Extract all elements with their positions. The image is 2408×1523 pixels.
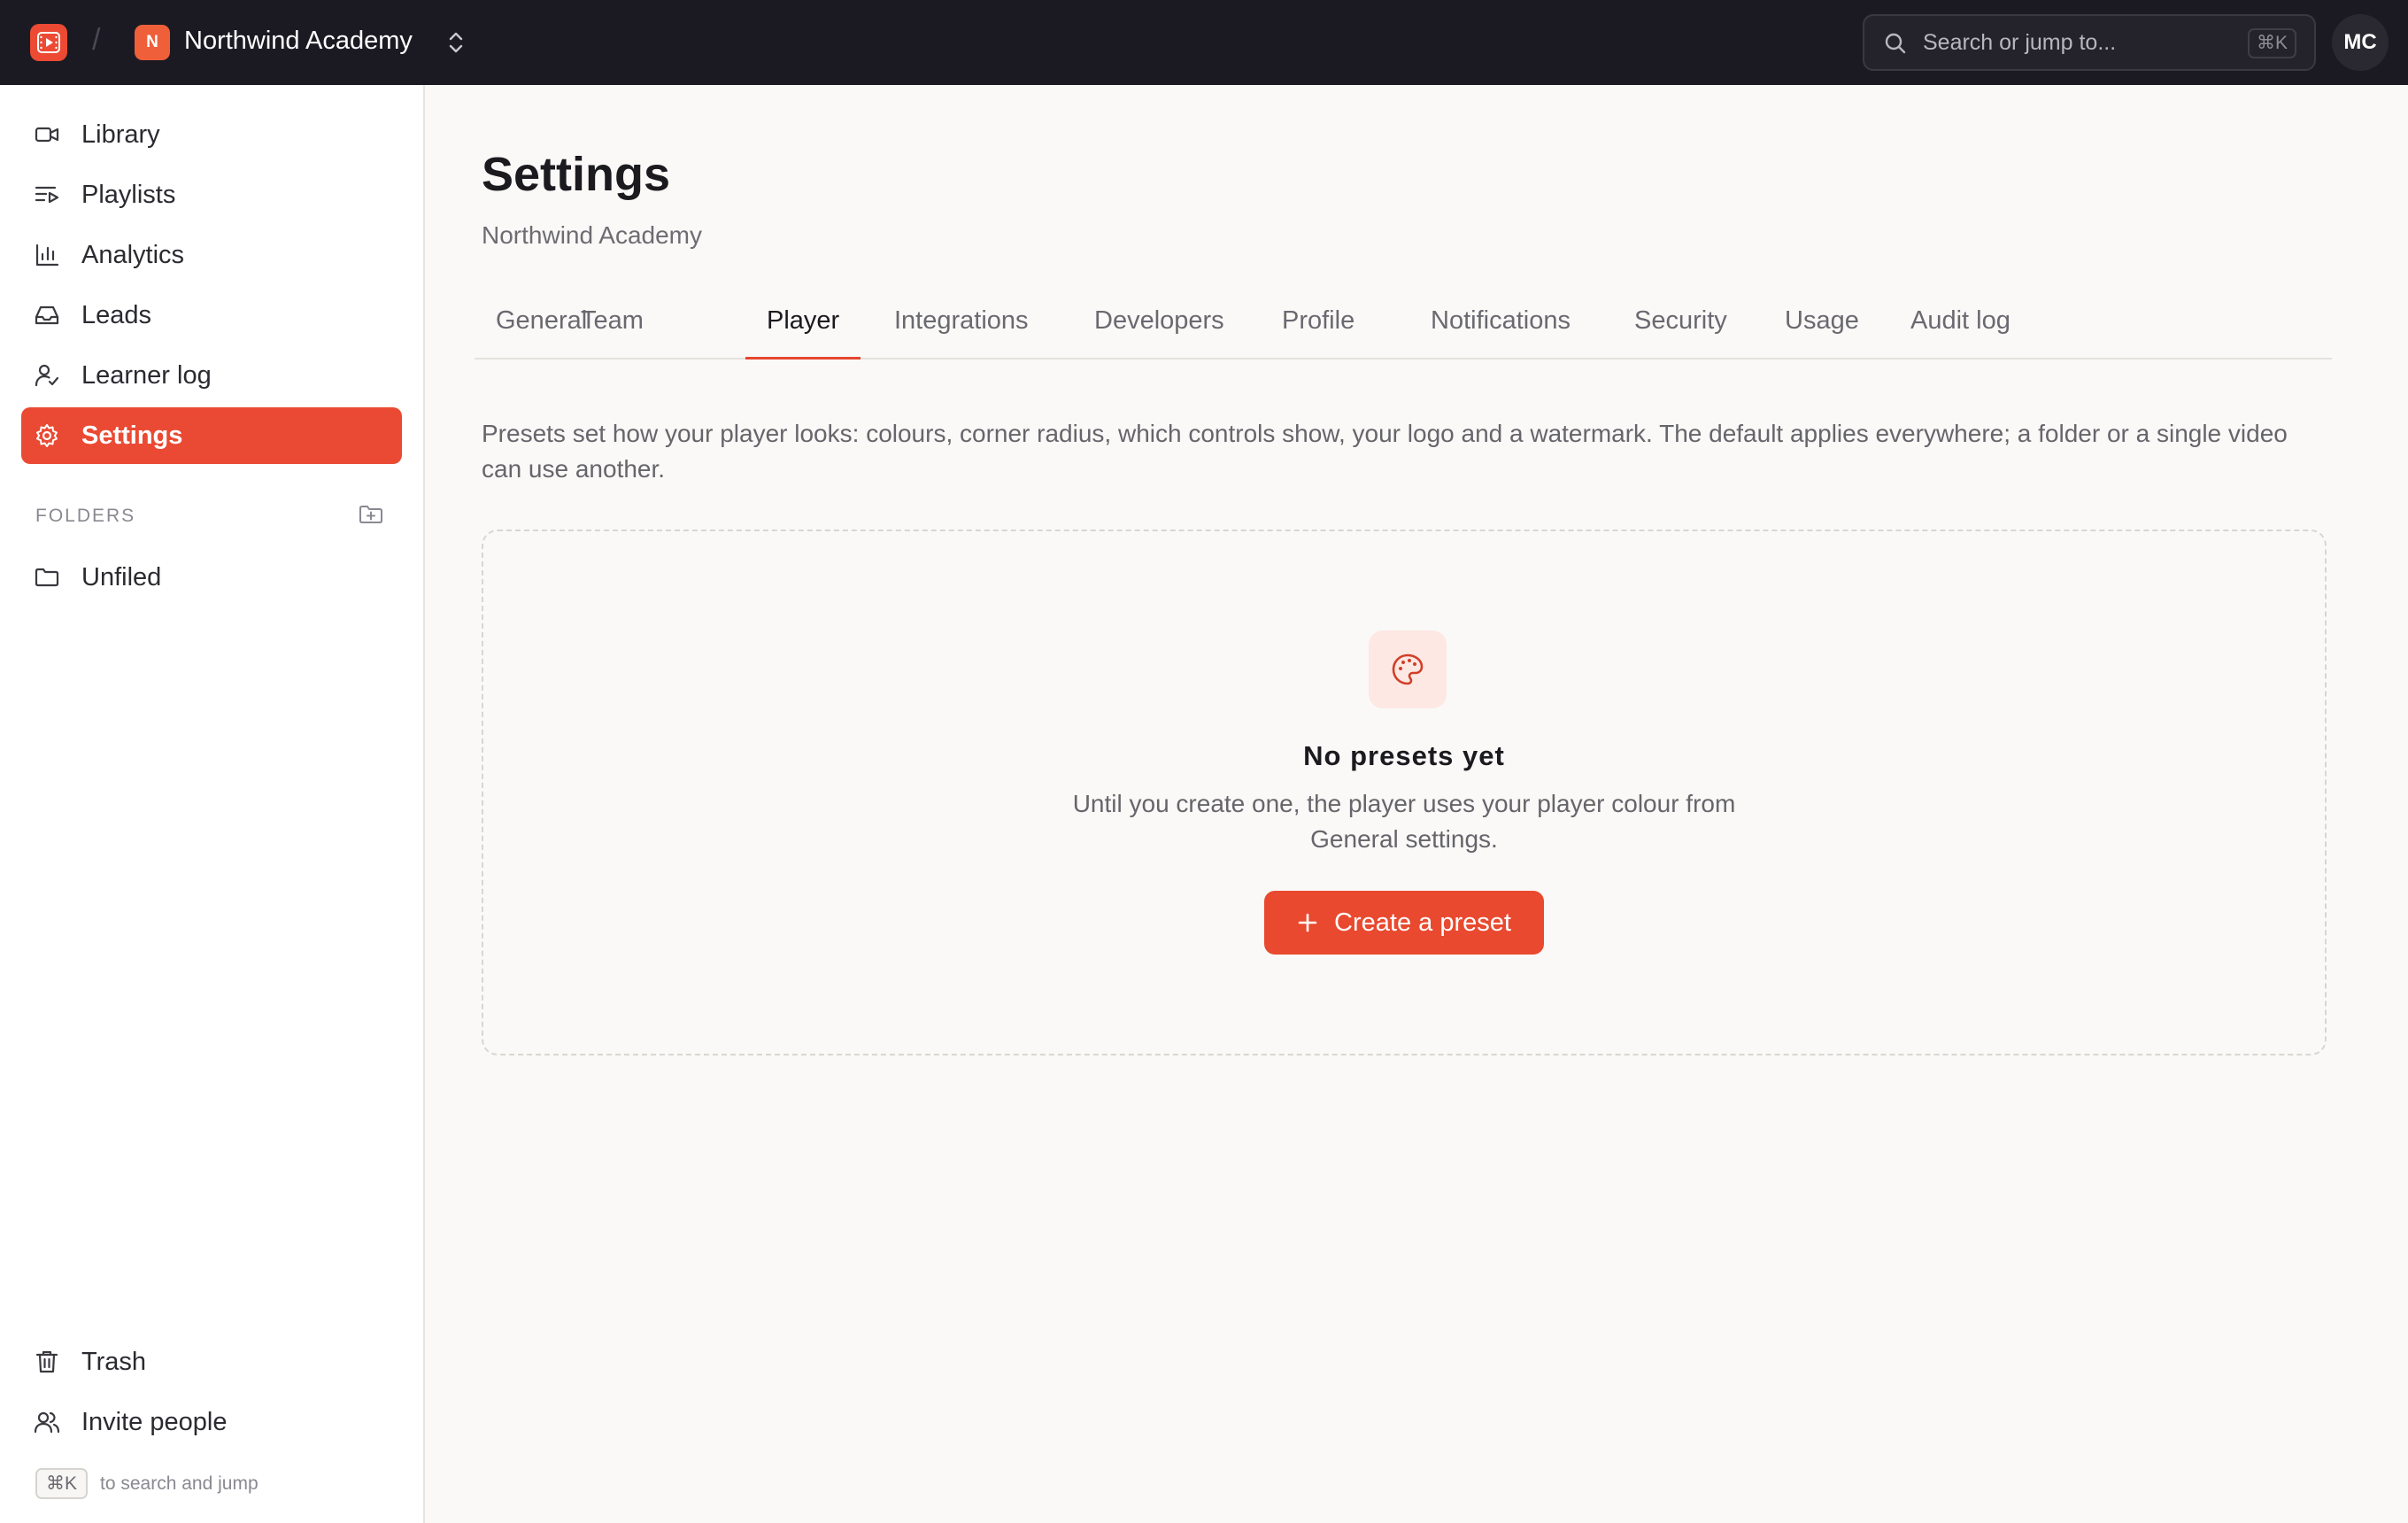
empty-state-text: Until you create one, the player uses yo…	[1072, 790, 1736, 853]
folder-plus-icon[interactable]	[358, 501, 384, 528]
tab-usage[interactable]: Usage	[1764, 292, 1880, 359]
playlist-icon	[35, 186, 59, 204]
sidebar-item-library[interactable]: Library	[21, 106, 402, 163]
player-presets-description: Presets set how your player looks: colou…	[482, 420, 2288, 483]
shortcut-key: ⌘K	[35, 1468, 89, 1499]
sidebar-item-analytics[interactable]: Analytics	[21, 227, 402, 283]
page-subtitle: Northwind Academy	[482, 221, 703, 249]
empty-state-title: No presets yet	[1303, 740, 1505, 771]
sidebar-item-label: Unfiled	[81, 563, 162, 591]
sidebar-item-leads[interactable]: Leads	[21, 287, 402, 344]
sidebar-folder-unfiled[interactable]: Unfiled	[21, 549, 402, 606]
sidebar-item-label: Learner log	[81, 361, 212, 390]
sidebar-item-learner-log[interactable]: Learner log	[21, 347, 402, 404]
create-preset-button[interactable]: Create a preset	[1264, 891, 1544, 955]
top-bar: / N Northwind Academy Search or jump to.…	[0, 0, 2408, 85]
users-icon	[34, 1411, 60, 1434]
palette-icon	[1392, 653, 1424, 685]
empty-state-card: No presets yet Until you create one, the…	[482, 530, 2327, 1055]
tab-security[interactable]: Security	[1613, 292, 1748, 359]
tab-profile[interactable]: Profile	[1261, 292, 1376, 359]
shortcut-hint-text: to search and jump	[100, 1473, 259, 1494]
tab-team[interactable]: Team	[560, 292, 665, 359]
app-logo[interactable]	[30, 24, 67, 61]
sidebar-item-label: Leads	[81, 301, 152, 329]
settings-tabs: General Team Player Integrations Develop…	[475, 292, 2332, 359]
create-preset-label: Create a preset	[1334, 908, 1511, 937]
page-title: Settings	[482, 148, 671, 201]
sidebar-item-trash[interactable]: Trash	[21, 1334, 402, 1390]
shortcut-hint: ⌘K to search and jump	[35, 1468, 259, 1499]
tab-developers[interactable]: Developers	[1073, 292, 1246, 359]
user-check-icon	[35, 364, 59, 387]
play-logo-icon	[37, 32, 60, 53]
sidebar-item-label: Library	[81, 120, 160, 149]
tab-audit-log[interactable]: Audit log	[1889, 292, 2032, 359]
plus-icon	[1298, 913, 1317, 932]
sidebar-item-settings[interactable]: Settings	[21, 407, 402, 464]
gear-icon	[36, 424, 58, 447]
sidebar-item-label: Invite people	[81, 1408, 228, 1436]
folder-icon	[35, 568, 59, 587]
folders-heading: FOLDERS	[35, 506, 136, 526]
tab-player[interactable]: Player	[745, 292, 861, 359]
search-placeholder: Search or jump to...	[1923, 30, 2117, 55]
sidebar-item-label: Playlists	[81, 181, 176, 209]
sidebar-item-label: Trash	[81, 1348, 147, 1376]
breadcrumb-separator: /	[92, 23, 101, 57]
tab-integrations[interactable]: Integrations	[873, 292, 1050, 359]
workspace-badge[interactable]: N	[135, 25, 170, 60]
avatar[interactable]: MC	[2332, 14, 2389, 71]
search-icon	[1885, 33, 1906, 54]
video-icon	[35, 127, 59, 143]
chevron-up-down-icon[interactable]	[443, 28, 469, 57]
sidebar-item-label: Analytics	[81, 241, 185, 269]
sidebar-item-playlists[interactable]: Playlists	[21, 166, 402, 223]
sidebar-item-invite-people[interactable]: Invite people	[21, 1394, 402, 1450]
empty-state-icon	[1369, 630, 1447, 708]
bar-chart-icon	[35, 244, 59, 267]
sidebar: Library Playlists Analytics Leads Learne…	[0, 85, 425, 1523]
trash-icon	[35, 1350, 58, 1373]
tab-notifications[interactable]: Notifications	[1409, 292, 1592, 359]
search-input[interactable]: Search or jump to... ⌘K	[1863, 14, 2316, 71]
search-shortcut: ⌘K	[2247, 28, 2296, 58]
workspace-name[interactable]: Northwind Academy	[184, 27, 413, 56]
inbox-icon	[35, 305, 59, 325]
sidebar-item-label: Settings	[81, 421, 183, 450]
